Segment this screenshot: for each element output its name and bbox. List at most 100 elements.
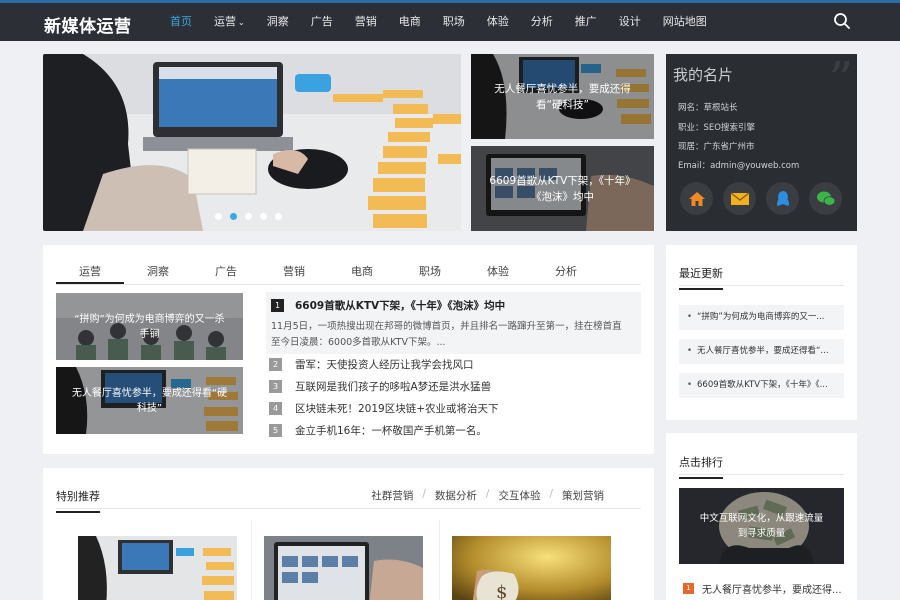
nav-label: 电商 — [398, 15, 421, 28]
recommend-link[interactable]: 交互体验 — [498, 488, 540, 503]
name-card-email: Email：admin@youweb.com — [678, 161, 800, 171]
qq-icon[interactable] — [766, 182, 799, 215]
news-item[interactable]: 2 雷军：天使投资人经历让我学会找风口 — [269, 356, 474, 372]
side-card-caption: 6609首歌从KTV下架，《十年》《泡沫》均中 — [471, 146, 654, 231]
ranking-item[interactable]: 1 无人餐厅喜忧参半，要成还得... — [683, 581, 842, 596]
top-navigation-bar: 新媒体运营 首页 运营 ⌄ 洞察 广告 营销 电商 职场 体验 分析 推广 设计 … — [0, 0, 900, 41]
recommend-image[interactable]: $ — [452, 536, 611, 600]
tab-thumb-article[interactable]: “拼购”为何成为电商博弈的又一杀手锏 — [56, 293, 243, 360]
side-card-article[interactable]: 无人餐厅喜忧参半，要成还得看“硬科技” — [471, 54, 654, 139]
featured-article[interactable]: 1 6609首歌从KTV下架，《十年》《泡沫》均中 11月5日，一项热搜出现在邦… — [266, 292, 641, 354]
slider-dots — [215, 213, 282, 220]
nav-item-workplace[interactable]: 职场 — [433, 3, 475, 41]
nav-label: 洞察 — [266, 15, 289, 28]
recommend-link[interactable]: 数据分析 — [435, 488, 477, 503]
nav-item-insight[interactable]: 洞察 — [257, 3, 299, 41]
slider-dot[interactable] — [275, 213, 282, 220]
category-tabs-panel: 运营 洞察 广告 营销 电商 职场 体验 分析 “拼购”为何成为电商博弈的又一杀… — [43, 245, 654, 454]
ranking-title: 无人餐厅喜忧参半，要成还得... — [702, 585, 842, 596]
nav-label: 分析 — [530, 15, 553, 28]
quote-icon: ” — [828, 52, 853, 108]
latest-item[interactable]: 无人餐厅喜忧参半，要成还得看“... — [679, 339, 844, 364]
nav-label: 推广 — [574, 15, 597, 28]
recommend-image-graphic: $ — [452, 536, 611, 600]
tab-experience[interactable]: 体验 — [464, 259, 532, 284]
nav-label: 运营 — [214, 15, 236, 28]
tab-analysis[interactable]: 分析 — [532, 259, 600, 284]
nav-item-sitemap[interactable]: 网站地图 — [653, 3, 717, 41]
separator: / — [549, 488, 553, 500]
thumb-caption: “拼购”为何成为电商博弈的又一杀手锏 — [56, 293, 243, 360]
featured-description: 11月5日，一项热搜出现在邦哥的微博首页，并且排名一路蹿升至第一，挂在榜首直至今… — [271, 321, 622, 348]
tab-thumb-article[interactable]: 无人餐厅喜忧参半，要成还得看“硬科技” — [56, 367, 243, 434]
recommend-image[interactable] — [264, 536, 423, 600]
wechat-icon[interactable] — [809, 182, 842, 215]
separator: / — [485, 488, 490, 500]
tab-insight[interactable]: 洞察 — [124, 259, 192, 284]
nav-item-analysis[interactable]: 分析 — [521, 3, 563, 41]
rank-number: 5 — [269, 423, 282, 437]
category-tabs: 运营 洞察 广告 营销 电商 职场 体验 分析 — [56, 259, 641, 285]
side-card-article[interactable]: 6609首歌从KTV下架，《十年》《泡沫》均中 — [471, 146, 654, 231]
news-item[interactable]: 3 互联网是我们孩子的哆啦A梦还是洪水猛兽 — [269, 378, 491, 394]
nav-item-operation[interactable]: 运营 ⌄ — [204, 3, 255, 41]
tab-ads[interactable]: 广告 — [192, 259, 260, 284]
tab-marketing[interactable]: 营销 — [260, 259, 328, 284]
hero-slider[interactable] — [43, 54, 461, 231]
nav-item-design[interactable]: 设计 — [609, 3, 651, 41]
featured-title[interactable]: 6609首歌从KTV下架，《十年》《泡沫》均中 — [295, 298, 505, 313]
slider-dot[interactable] — [260, 213, 267, 220]
nav-item-ecommerce[interactable]: 电商 — [389, 3, 431, 41]
section-title: 最近更新 — [679, 265, 723, 290]
recommend-links: 社群营销 / 数据分析 / 交互体验 / 策划营销 — [371, 488, 604, 503]
news-item[interactable]: 4 区块链未死！2019区块链+农业或将治天下 — [269, 400, 499, 416]
latest-updates-panel: 最近更新 “拼购”为何成为电商博弈的又一... 无人餐厅喜忧参半，要成还得看“.… — [666, 245, 857, 420]
name-card-location: 现居：广东省广州市 — [678, 142, 755, 152]
news-title: 金立手机16年：一杯敬国产手机第一名。 — [295, 424, 487, 437]
nav-label: 职场 — [442, 15, 465, 28]
divider — [251, 520, 252, 600]
recommend-link[interactable]: 社群营销 — [371, 488, 413, 503]
name-card-nickname: 网名：草根站长 — [678, 103, 738, 113]
recommend-link[interactable]: 策划营销 — [562, 488, 604, 503]
rank-number: 3 — [269, 379, 282, 393]
main-nav: 首页 运营 ⌄ 洞察 广告 营销 电商 职场 体验 分析 推广 设计 网站地图 — [160, 3, 719, 41]
site-logo[interactable]: 新媒体运营 — [44, 12, 132, 37]
ranking-image[interactable]: 中文互联网文化，从跟速流量到寻求质量 — [679, 488, 844, 564]
nav-item-home[interactable]: 首页 — [160, 3, 202, 41]
name-card-title: 我的名片 — [673, 66, 734, 84]
search-icon[interactable] — [832, 11, 852, 31]
chevron-down-icon: ⌄ — [238, 18, 245, 27]
hero-image — [43, 54, 461, 231]
recommend-image-graphic — [78, 536, 237, 600]
divider — [56, 508, 641, 509]
slider-dot[interactable] — [230, 213, 237, 220]
rank-number: 1 — [271, 299, 284, 312]
rank-number: 1 — [683, 583, 694, 594]
news-item[interactable]: 5 金立手机16年：一杯敬国产手机第一名。 — [269, 422, 487, 438]
separator: / — [422, 488, 426, 500]
latest-item[interactable]: “拼购”为何成为电商博弈的又一... — [679, 305, 844, 330]
nav-item-promotion[interactable]: 推广 — [565, 3, 607, 41]
nav-item-ads[interactable]: 广告 — [301, 3, 343, 41]
tab-workplace[interactable]: 职场 — [396, 259, 464, 284]
home-icon[interactable] — [680, 182, 713, 215]
divider — [439, 520, 440, 600]
news-title: 互联网是我们孩子的哆啦A梦还是洪水猛兽 — [295, 380, 492, 393]
mail-icon[interactable] — [723, 182, 756, 215]
dollar-icon: $ — [496, 582, 507, 600]
nav-item-marketing[interactable]: 营销 — [345, 3, 387, 41]
special-recommend-panel: 特别推荐 社群营销 / 数据分析 / 交互体验 / 策划营销 $ — [43, 468, 654, 600]
slider-dot[interactable] — [245, 213, 252, 220]
latest-item[interactable]: 6609首歌从KTV下架，《十年》《... — [679, 373, 844, 398]
rank-number: 4 — [269, 401, 282, 415]
tab-operation[interactable]: 运营 — [56, 259, 124, 284]
recommend-image[interactable] — [78, 536, 237, 600]
nav-item-experience[interactable]: 体验 — [477, 3, 519, 41]
tab-ecommerce[interactable]: 电商 — [328, 259, 396, 284]
nav-label: 营销 — [354, 15, 377, 28]
nav-label: 首页 — [170, 15, 192, 28]
name-card-job: 职业：SEO搜索引擎 — [678, 123, 755, 133]
slider-dot[interactable] — [215, 213, 222, 220]
nav-label: 广告 — [310, 15, 333, 28]
